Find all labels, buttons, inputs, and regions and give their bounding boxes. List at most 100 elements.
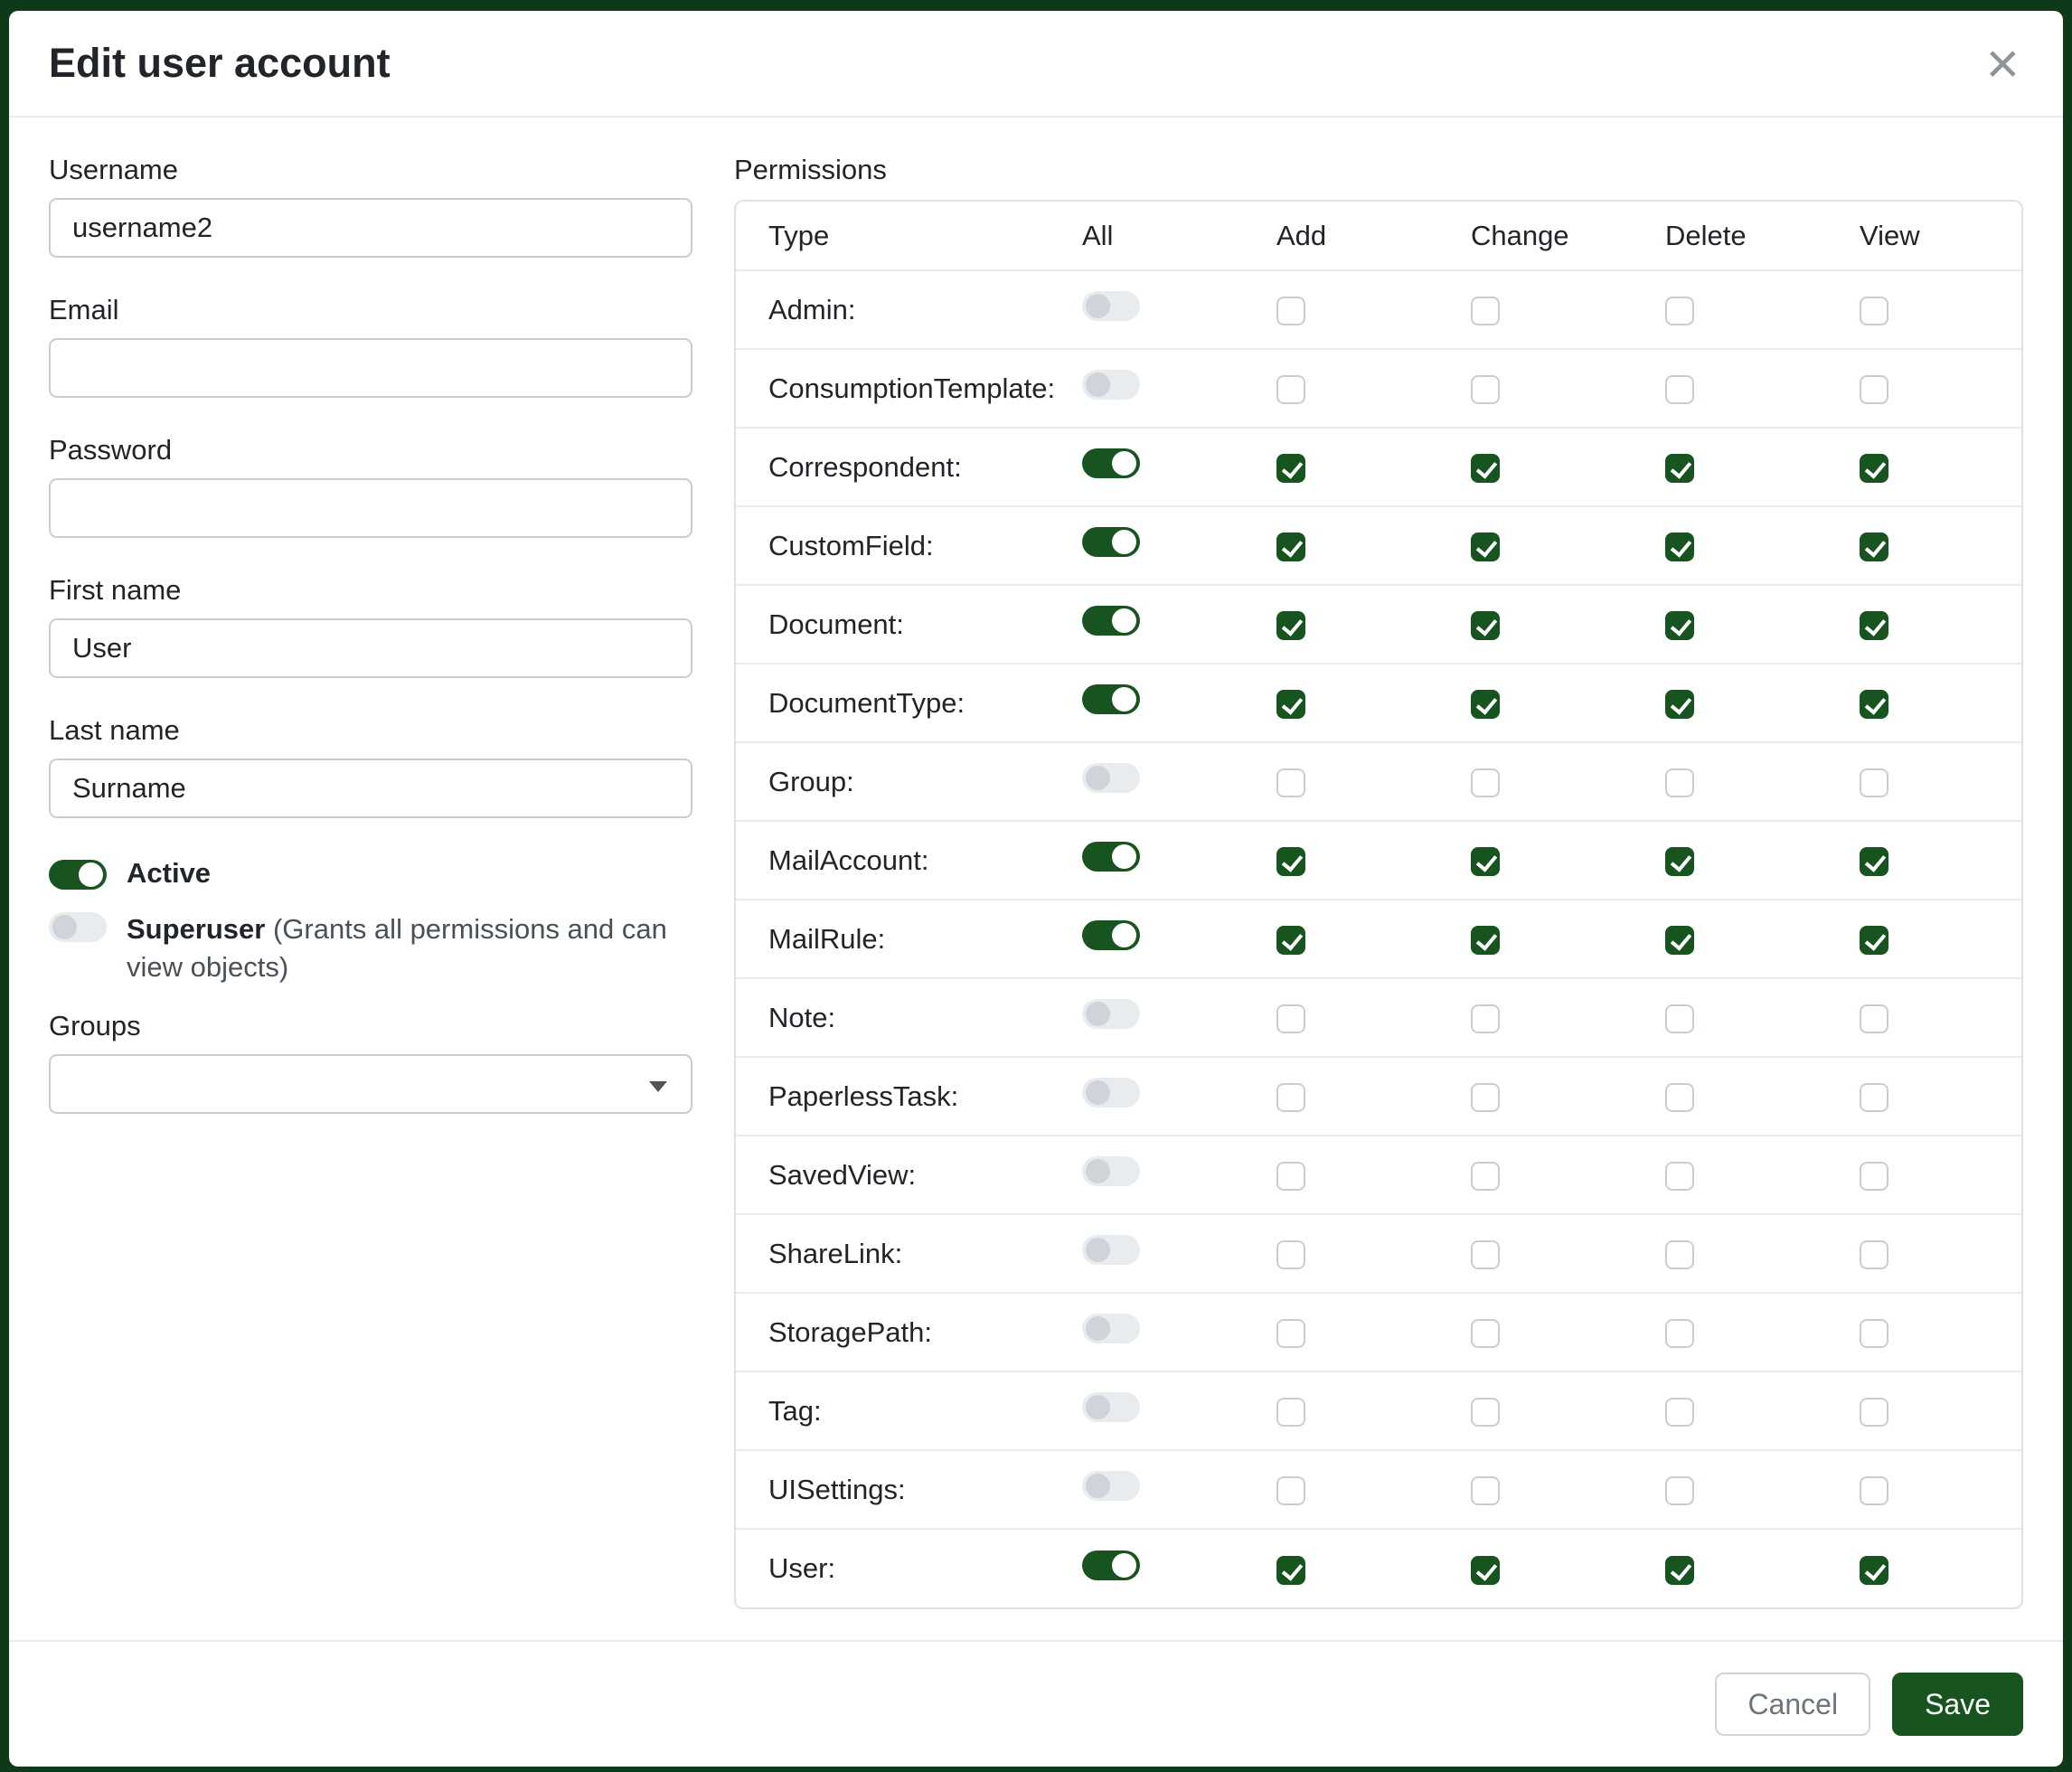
- permission-all-toggle[interactable]: [1082, 1471, 1140, 1501]
- permission-change-checkbox[interactable]: [1471, 926, 1500, 955]
- permission-add-checkbox[interactable]: [1276, 1162, 1305, 1191]
- permission-delete-checkbox[interactable]: [1665, 297, 1694, 325]
- permission-add-checkbox[interactable]: [1276, 768, 1305, 797]
- permission-add-checkbox[interactable]: [1276, 1319, 1305, 1348]
- permission-delete-checkbox[interactable]: [1665, 533, 1694, 561]
- permission-delete-checkbox[interactable]: [1665, 1083, 1694, 1112]
- permission-all-toggle[interactable]: [1082, 1392, 1140, 1422]
- permission-view-checkbox[interactable]: [1860, 1162, 1888, 1191]
- permission-all-toggle[interactable]: [1082, 684, 1140, 714]
- permission-add-checkbox[interactable]: [1276, 454, 1305, 483]
- permissions-rows: Admin:ConsumptionTemplate:Correspondent:…: [736, 270, 2021, 1607]
- permission-view-checkbox[interactable]: [1860, 768, 1888, 797]
- permission-change-checkbox[interactable]: [1471, 533, 1500, 561]
- superuser-toggle[interactable]: [49, 912, 107, 942]
- permission-all-toggle[interactable]: [1082, 448, 1140, 478]
- permission-view-checkbox[interactable]: [1860, 1556, 1888, 1585]
- permission-delete-checkbox[interactable]: [1665, 1162, 1694, 1191]
- permission-all-toggle[interactable]: [1082, 763, 1140, 793]
- username-input[interactable]: [49, 198, 692, 258]
- permission-type-label: DocumentType:: [736, 664, 1050, 742]
- permission-add-checkbox[interactable]: [1276, 533, 1305, 561]
- last-name-field[interactable]: [49, 759, 692, 818]
- permission-add-checkbox[interactable]: [1276, 1083, 1305, 1112]
- permission-view-checkbox[interactable]: [1860, 454, 1888, 483]
- permission-add-checkbox[interactable]: [1276, 375, 1305, 404]
- permission-change-checkbox[interactable]: [1471, 1556, 1500, 1585]
- permission-view-checkbox[interactable]: [1860, 1319, 1888, 1348]
- permission-change-checkbox[interactable]: [1471, 1083, 1500, 1112]
- permission-view-checkbox[interactable]: [1860, 1083, 1888, 1112]
- permission-change-checkbox[interactable]: [1471, 1398, 1500, 1427]
- first-name-field[interactable]: [49, 618, 692, 678]
- cancel-button[interactable]: Cancel: [1715, 1673, 1870, 1736]
- permission-all-toggle[interactable]: [1082, 291, 1140, 321]
- permission-add-checkbox[interactable]: [1276, 926, 1305, 955]
- permission-view-checkbox[interactable]: [1860, 297, 1888, 325]
- permission-row: User:: [736, 1529, 2021, 1607]
- permission-add-checkbox[interactable]: [1276, 611, 1305, 640]
- permission-delete-checkbox[interactable]: [1665, 926, 1694, 955]
- permission-all-toggle[interactable]: [1082, 606, 1140, 636]
- permission-view-checkbox[interactable]: [1860, 1476, 1888, 1505]
- permission-add-checkbox[interactable]: [1276, 847, 1305, 876]
- permission-change-checkbox[interactable]: [1471, 1004, 1500, 1033]
- permission-delete-checkbox[interactable]: [1665, 690, 1694, 719]
- permission-all-toggle[interactable]: [1082, 999, 1140, 1029]
- permission-change-checkbox[interactable]: [1471, 1162, 1500, 1191]
- permission-all-toggle[interactable]: [1082, 842, 1140, 872]
- permission-add-checkbox[interactable]: [1276, 297, 1305, 325]
- permission-delete-checkbox[interactable]: [1665, 1319, 1694, 1348]
- permission-add-checkbox[interactable]: [1276, 690, 1305, 719]
- permission-all-toggle[interactable]: [1082, 370, 1140, 400]
- permission-add-checkbox[interactable]: [1276, 1476, 1305, 1505]
- permission-add-checkbox[interactable]: [1276, 1398, 1305, 1427]
- password-field[interactable]: [49, 478, 692, 538]
- permission-delete-checkbox[interactable]: [1665, 1398, 1694, 1427]
- permission-add-checkbox[interactable]: [1276, 1556, 1305, 1585]
- close-icon[interactable]: ×: [1983, 42, 2023, 85]
- permission-view-checkbox[interactable]: [1860, 926, 1888, 955]
- permission-change-checkbox[interactable]: [1471, 768, 1500, 797]
- permission-change-checkbox[interactable]: [1471, 297, 1500, 325]
- permission-all-toggle[interactable]: [1082, 1314, 1140, 1343]
- permission-all-toggle[interactable]: [1082, 920, 1140, 950]
- permission-delete-checkbox[interactable]: [1665, 1476, 1694, 1505]
- permission-view-checkbox[interactable]: [1860, 1240, 1888, 1269]
- permission-change-checkbox[interactable]: [1471, 1476, 1500, 1505]
- email-field[interactable]: [49, 338, 692, 398]
- permission-delete-checkbox[interactable]: [1665, 1004, 1694, 1033]
- permission-change-checkbox[interactable]: [1471, 847, 1500, 876]
- permission-all-toggle[interactable]: [1082, 527, 1140, 557]
- save-button[interactable]: Save: [1892, 1673, 2023, 1736]
- permission-delete-checkbox[interactable]: [1665, 768, 1694, 797]
- modal-header: Edit user account ×: [9, 11, 2063, 118]
- permission-change-checkbox[interactable]: [1471, 1240, 1500, 1269]
- permission-change-checkbox[interactable]: [1471, 1319, 1500, 1348]
- permission-change-checkbox[interactable]: [1471, 454, 1500, 483]
- permission-delete-checkbox[interactable]: [1665, 847, 1694, 876]
- permission-view-checkbox[interactable]: [1860, 690, 1888, 719]
- permission-view-checkbox[interactable]: [1860, 375, 1888, 404]
- permission-view-checkbox[interactable]: [1860, 1398, 1888, 1427]
- permission-delete-checkbox[interactable]: [1665, 611, 1694, 640]
- permission-change-checkbox[interactable]: [1471, 690, 1500, 719]
- permission-view-checkbox[interactable]: [1860, 611, 1888, 640]
- permission-delete-checkbox[interactable]: [1665, 375, 1694, 404]
- permission-all-toggle[interactable]: [1082, 1235, 1140, 1265]
- permission-change-checkbox[interactable]: [1471, 611, 1500, 640]
- permission-all-toggle[interactable]: [1082, 1156, 1140, 1186]
- permission-add-checkbox[interactable]: [1276, 1004, 1305, 1033]
- permission-delete-checkbox[interactable]: [1665, 1240, 1694, 1269]
- permission-change-checkbox[interactable]: [1471, 375, 1500, 404]
- permission-add-checkbox[interactable]: [1276, 1240, 1305, 1269]
- permission-delete-checkbox[interactable]: [1665, 1556, 1694, 1585]
- groups-select[interactable]: [49, 1054, 692, 1114]
- active-toggle[interactable]: [49, 860, 107, 890]
- permission-delete-checkbox[interactable]: [1665, 454, 1694, 483]
- permission-all-toggle[interactable]: [1082, 1078, 1140, 1108]
- permission-view-checkbox[interactable]: [1860, 847, 1888, 876]
- permission-view-checkbox[interactable]: [1860, 533, 1888, 561]
- permission-view-checkbox[interactable]: [1860, 1004, 1888, 1033]
- permission-all-toggle[interactable]: [1082, 1550, 1140, 1580]
